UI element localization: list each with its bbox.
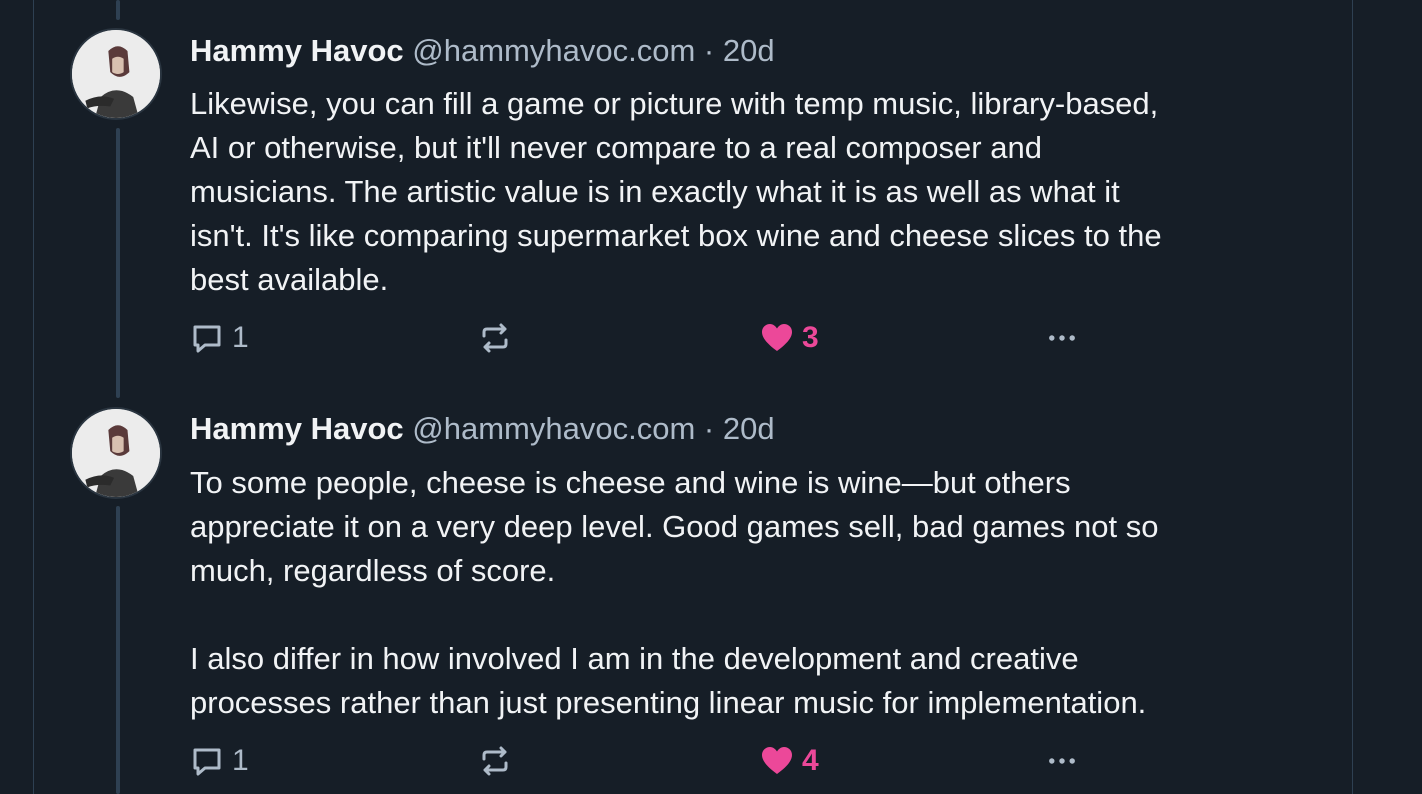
repost-button[interactable]	[478, 318, 512, 358]
repost-icon	[478, 744, 512, 778]
thread-view: Hammy Havoc @hammyhavoc.com · 20d Likewi…	[0, 0, 1422, 794]
post[interactable]: Hammy Havoc @hammyhavoc.com · 20d To som…	[0, 385, 1422, 794]
post-text: To some people, cheese is cheese and win…	[190, 465, 1159, 720]
more-icon	[1045, 744, 1079, 778]
like-button[interactable]: 4	[760, 741, 819, 781]
post-age[interactable]: 20d	[723, 33, 775, 68]
heart-icon	[760, 321, 794, 355]
avatar[interactable]	[70, 28, 162, 120]
separator: ·	[703, 33, 715, 68]
author-handle[interactable]: @hammyhavoc.com	[412, 411, 695, 446]
more-options-button[interactable]	[1045, 741, 1079, 781]
repost-button[interactable]	[478, 741, 512, 781]
author-name[interactable]: Hammy Havoc	[190, 411, 404, 446]
more-icon	[1045, 321, 1079, 355]
author-handle[interactable]: @hammyhavoc.com	[412, 33, 695, 68]
reply-icon	[190, 744, 224, 778]
reply-icon	[190, 321, 224, 355]
reply-count: 1	[232, 321, 249, 354]
like-count: 4	[802, 744, 819, 777]
avatar[interactable]	[70, 407, 162, 499]
like-count: 3	[802, 321, 819, 354]
post-actions: 1 3	[190, 318, 1190, 358]
reply-button[interactable]: 1	[190, 741, 249, 781]
post-header: Hammy Havoc @hammyhavoc.com · 20d	[190, 409, 775, 449]
post-text: Likewise, you can fill a game or picture…	[190, 86, 1162, 297]
reply-button[interactable]: 1	[190, 318, 249, 358]
reply-count: 1	[232, 744, 249, 777]
author-name[interactable]: Hammy Havoc	[190, 33, 404, 68]
post-age[interactable]: 20d	[723, 411, 775, 446]
post-actions: 1 4	[190, 741, 1190, 781]
post[interactable]: Hammy Havoc @hammyhavoc.com · 20d Likewi…	[0, 0, 1422, 385]
heart-icon	[760, 744, 794, 778]
post-header: Hammy Havoc @hammyhavoc.com · 20d	[190, 31, 775, 71]
repost-icon	[478, 321, 512, 355]
separator: ·	[703, 411, 715, 446]
like-button[interactable]: 3	[760, 318, 819, 358]
more-options-button[interactable]	[1045, 318, 1079, 358]
